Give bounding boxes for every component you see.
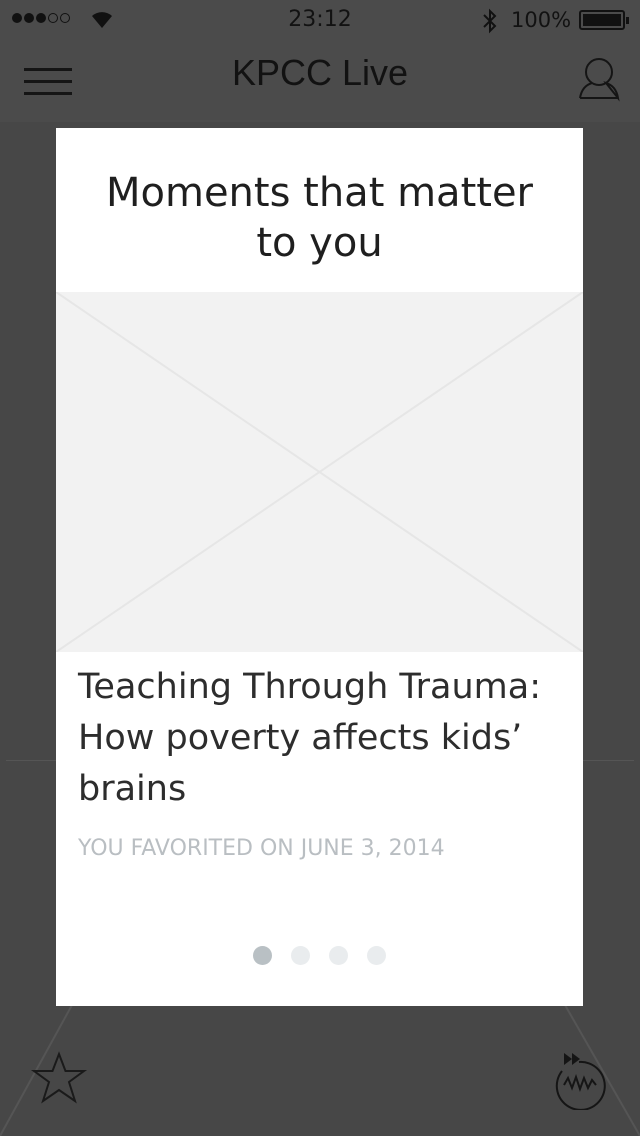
story-title[interactable]: Teaching Through Trauma: How poverty aff… [78, 662, 561, 815]
battery-percentage: 100% [511, 8, 572, 32]
star-icon[interactable] [30, 1050, 88, 1108]
app-title: KPCC Live [231, 52, 409, 93]
navigation-bar: KPCC Live [0, 40, 640, 122]
user-profile-icon[interactable] [574, 54, 624, 104]
page-dot-4[interactable] [367, 946, 386, 965]
page-dot-1[interactable] [253, 946, 272, 965]
image-placeholder-icon [55, 291, 584, 653]
bluetooth-icon [483, 8, 497, 34]
modal-title: Moments that matter to you [106, 170, 533, 266]
favorited-date: YOU FAVORITED ON JUNE 3, 2014 [78, 836, 445, 861]
rewind-icon[interactable] [550, 1048, 608, 1110]
battery-icon [579, 10, 629, 30]
page-dot-3[interactable] [329, 946, 348, 965]
page-dot-2[interactable] [291, 946, 310, 965]
page-indicator [56, 946, 583, 965]
moments-modal: Moments that matter to you Teaching Thro… [55, 128, 584, 1006]
status-bar: 23:12 100% [0, 0, 640, 40]
story-image-placeholder[interactable] [55, 291, 584, 653]
background-decoration [0, 1005, 640, 1136]
